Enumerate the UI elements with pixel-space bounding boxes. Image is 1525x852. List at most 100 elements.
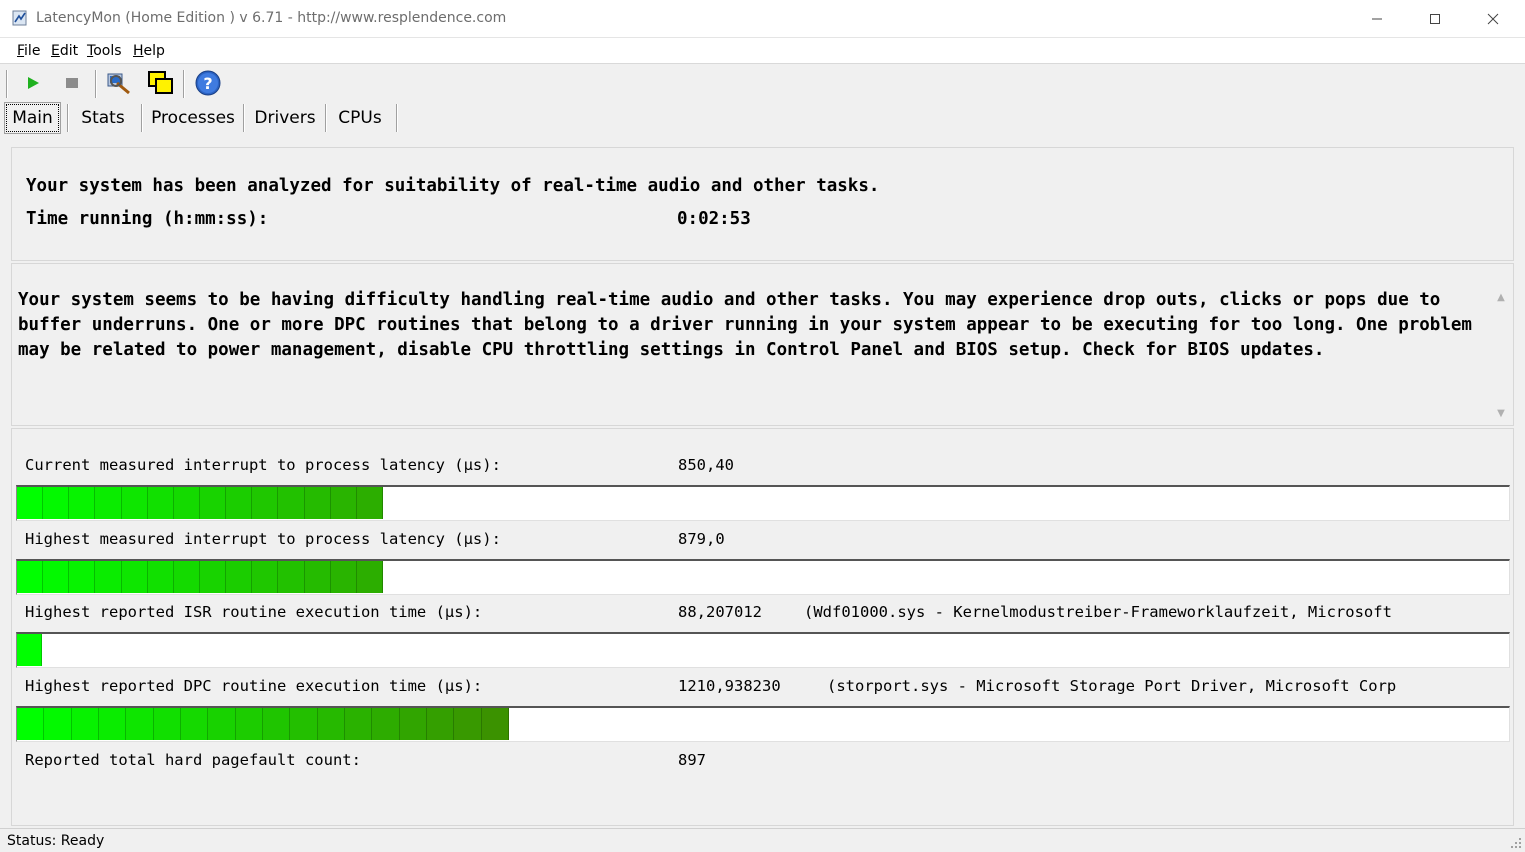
pagefault-value: 897 (678, 751, 706, 769)
bar-segment (173, 487, 200, 519)
dpc-driver-info: (storport.sys - Microsoft Storage Port D… (827, 677, 1397, 695)
bar-segment (262, 708, 291, 740)
bar-segment (95, 487, 122, 519)
bar-segment (121, 487, 148, 519)
current-latency-label: Current measured interrupt to process la… (25, 456, 501, 474)
tab-drivers[interactable]: Drivers (250, 102, 320, 134)
bar-segment (252, 487, 279, 519)
maximize-icon (1430, 14, 1440, 24)
highest-latency-bar-fill (17, 561, 383, 593)
bar-segment (330, 487, 357, 519)
bar-segment (17, 487, 44, 519)
stop-icon (66, 78, 78, 88)
current-latency-bar-fill (17, 487, 383, 519)
tab-bar: Main Stats Processes Drivers CPUs (0, 102, 1525, 136)
bar-segment (44, 708, 72, 740)
resize-grip-icon[interactable] (1510, 837, 1522, 849)
stop-button[interactable] (57, 68, 87, 98)
help-button[interactable]: ? (193, 68, 223, 98)
bar-segment (356, 487, 383, 519)
current-latency-bar (16, 485, 1510, 521)
bar-segment (278, 487, 305, 519)
menu-help[interactable]: Help (133, 43, 165, 59)
analyze-button[interactable] (104, 68, 134, 98)
bar-segment (481, 708, 509, 740)
bar-segment (71, 708, 99, 740)
toolbar: ? (0, 64, 1525, 102)
highest-latency-bar (16, 559, 1510, 595)
highest-latency-value: 879,0 (678, 530, 725, 548)
bar-segment (226, 561, 253, 593)
minimize-icon (1372, 18, 1382, 20)
bar-segment (199, 561, 227, 593)
bar-segment (147, 561, 174, 593)
start-icon (28, 77, 39, 89)
tab-separator (325, 104, 327, 132)
maximize-button[interactable] (1406, 0, 1464, 38)
tab-separator (67, 104, 69, 132)
bar-segment (252, 561, 279, 593)
close-icon (1487, 13, 1499, 25)
close-button[interactable] (1464, 0, 1522, 38)
bar-segment (199, 487, 227, 519)
tab-processes[interactable]: Processes (148, 102, 238, 134)
bar-segment (304, 561, 331, 593)
bar-segment (17, 561, 44, 593)
status-text: Status: Ready (7, 833, 105, 849)
menu-file[interactable]: File (17, 43, 40, 59)
tab-cpus[interactable]: CPUs (332, 102, 388, 134)
bar-segment (43, 561, 70, 593)
bar-segment (226, 487, 253, 519)
tab-separator (141, 104, 143, 132)
toolbar-grip (6, 70, 8, 98)
scroll-down-icon[interactable]: ▼ (1495, 408, 1507, 420)
tab-separator (396, 104, 398, 132)
bar-segment (278, 561, 305, 593)
menu-edit[interactable]: Edit (51, 43, 78, 59)
bar-segment (173, 561, 200, 593)
bar-segment (304, 487, 331, 519)
analysis-result-text: Your system has been analyzed for suitab… (26, 176, 880, 196)
bar-segment (180, 708, 209, 740)
bar-segment (330, 561, 357, 593)
windows-button[interactable] (146, 68, 176, 98)
bar-segment (147, 487, 174, 519)
isr-time-label: Highest reported ISR routine execution t… (25, 603, 483, 621)
tab-main[interactable]: Main (4, 102, 61, 134)
window-title: LatencyMon (Home Edition ) v 6.71 - http… (36, 10, 507, 26)
windows-icon (148, 71, 173, 94)
bar-segment (95, 561, 122, 593)
bar-segment (290, 708, 318, 740)
scroll-up-icon[interactable]: ▲ (1495, 292, 1507, 304)
dpc-time-bar-fill (17, 708, 509, 740)
bar-segment (208, 708, 236, 740)
metrics-panel: Current measured interrupt to process la… (11, 428, 1514, 826)
toolbar-separator (95, 70, 97, 98)
tab-separator (243, 104, 245, 132)
isr-driver-info: (Wdf01000.sys - Kernelmodustreiber-Frame… (804, 603, 1392, 621)
time-running-label: Time running (h:mm:ss): (26, 209, 269, 229)
isr-time-bar-fill (17, 634, 42, 666)
bar-segment (356, 561, 383, 593)
minimize-button[interactable] (1348, 0, 1406, 38)
bar-segment (43, 487, 70, 519)
menu-bar: File Edit Tools Help (0, 38, 1525, 64)
message-panel: Your system seems to be having difficult… (11, 263, 1514, 426)
bar-segment (121, 561, 148, 593)
bar-segment (98, 708, 127, 740)
summary-panel: Your system has been analyzed for suitab… (11, 147, 1514, 261)
dpc-time-bar (16, 706, 1510, 742)
svg-text:?: ? (203, 74, 212, 93)
current-latency-value: 850,40 (678, 456, 734, 474)
isr-time-bar (16, 632, 1510, 668)
toolbar-separator (183, 70, 185, 98)
pagefault-label: Reported total hard pagefault count: (25, 751, 361, 769)
bar-segment (344, 708, 373, 740)
tab-stats[interactable]: Stats (74, 102, 132, 134)
menu-tools[interactable]: Tools (87, 43, 122, 59)
latencymon-app-icon (12, 10, 27, 26)
highest-latency-label: Highest measured interrupt to process la… (25, 530, 501, 548)
isr-time-value: 88,207012 (678, 603, 762, 621)
dpc-time-value: 1210,938230 (678, 677, 781, 695)
start-button[interactable] (18, 68, 48, 98)
